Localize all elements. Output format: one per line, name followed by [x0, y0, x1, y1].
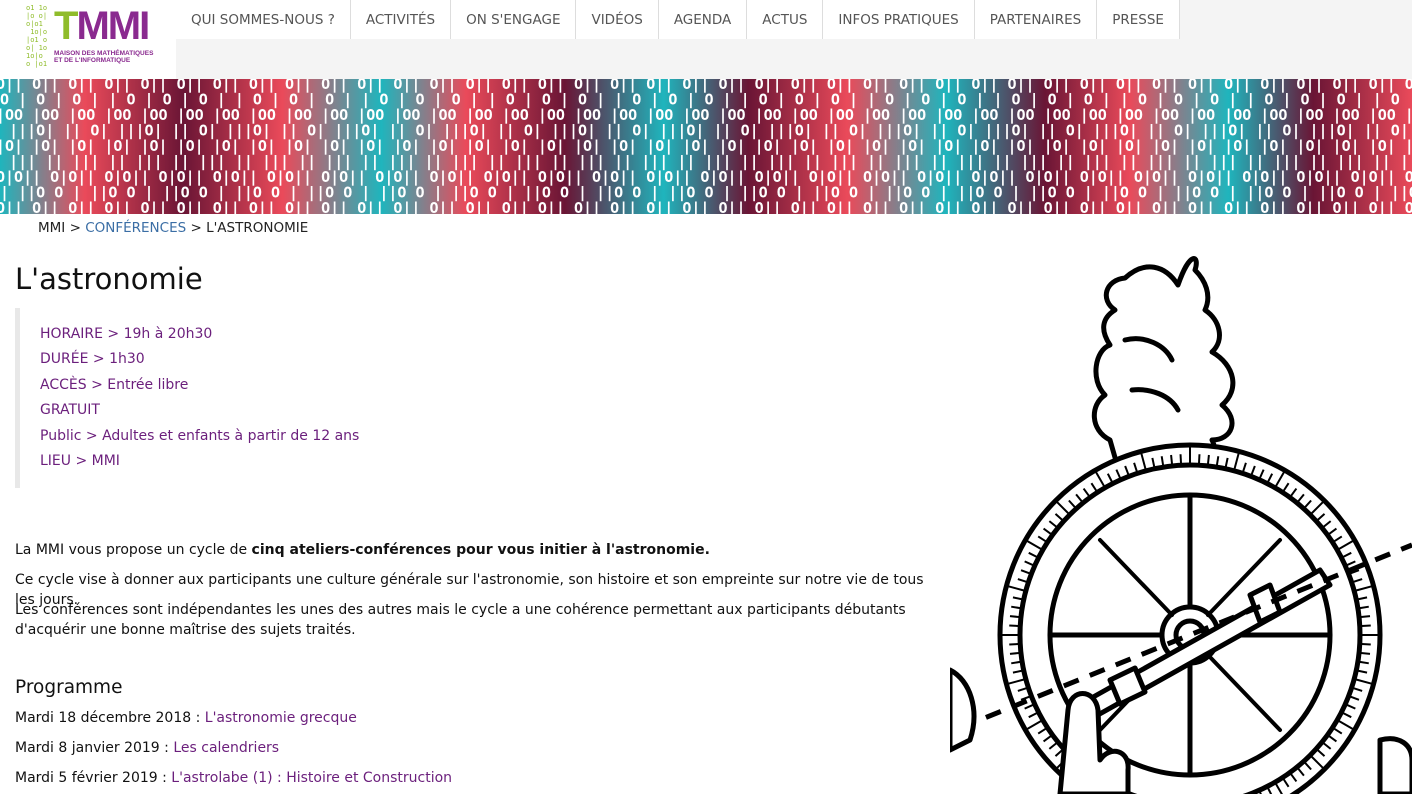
info-gratuit: GRATUIT: [40, 402, 100, 419]
site-header: o1 1o |o o| o|o1 1o|o |o1 o o| 1o 1o|o o |o1 …: [0, 0, 1412, 79]
breadcrumb-section-link[interactable]: CONFÉRENCES: [85, 220, 186, 236]
rim-tick: [1011, 605, 1021, 610]
intro-text: La MMI vous propose un cycle de: [15, 542, 252, 558]
logo-mark: TMMI: [54, 4, 150, 48]
programme-date: Mardi 5 février 2019 :: [15, 770, 172, 786]
programme-date: Mardi 8 janvier 2019 :: [15, 740, 174, 756]
nav-item-videos[interactable]: VIDÉOS: [576, 0, 659, 39]
nav-item-actus[interactable]: ACTUS: [747, 0, 824, 39]
nav-item-activites[interactable]: ACTIVITÉS: [350, 0, 452, 39]
rim-tick: [1170, 454, 1174, 465]
rim-tick: [1160, 456, 1165, 466]
rim-tick: [1359, 660, 1369, 665]
nav-filler: [1179, 0, 1412, 39]
programme-item: Mardi 5 février 2019 : L'astrolabe (1) :…: [15, 770, 452, 786]
intro-paragraph: La MMI vous propose un cycle de cinq ate…: [15, 540, 945, 560]
info-lieu: LIEU > MMI: [40, 452, 120, 469]
event-info-box: HORAIRE > 19h à 20h30 DURÉE > 1h30 ACCÈS…: [15, 308, 465, 488]
nav-item-infos-pratiques[interactable]: INFOS PRATIQUES: [823, 0, 975, 39]
astrolabe-icon: [947, 256, 1412, 794]
nav-item-partenaires[interactable]: PARTENAIRES: [974, 0, 1098, 39]
rim-tick: [1206, 454, 1210, 465]
programme-item: Mardi 18 décembre 2018 : L'astronomie gr…: [15, 710, 357, 726]
main-nav: QUI SOMMES-NOUS ? ACTIVITÉS ON S'ENGAGE …: [176, 0, 1412, 39]
breadcrumb-home[interactable]: MMI: [38, 220, 65, 236]
nav-item-agenda[interactable]: AGENDA: [658, 0, 748, 39]
breadcrumb: MMI > CONFÉRENCES > L'ASTRONOMIE: [38, 220, 308, 236]
programme-item: Mardi 8 janvier 2019 : Les calendriers: [15, 740, 279, 756]
rim-tick: [1359, 605, 1369, 610]
programme-date: Mardi 18 décembre 2018 :: [15, 710, 205, 726]
programme-link[interactable]: L'astronomie grecque: [205, 710, 357, 726]
nav-item-on-s-engage[interactable]: ON S'ENGAGE: [451, 0, 577, 39]
paragraph-3: Les conférences sont indépendantes les u…: [15, 602, 906, 638]
info-duree: DURÉE > 1h30: [40, 351, 145, 368]
mmi-logo[interactable]: o1 1o |o o| o|o1 1o|o |o1 o o| 1o 1o|o o |o1 …: [26, 4, 166, 70]
rim-tick: [1009, 615, 1020, 619]
logo-binary-icon: o1 1o |o o| o|o1 1o|o |o1 o o| 1o 1o|o o |o1: [26, 4, 48, 68]
nav-item-presse[interactable]: PRESSE: [1097, 0, 1180, 39]
page-title: L'astronomie: [15, 262, 203, 296]
programme-link[interactable]: L'astrolabe (1) : Histoire et Constructi…: [171, 770, 452, 786]
nav-item-qui-sommes-nous[interactable]: QUI SOMMES-NOUS ?: [176, 0, 351, 39]
rim-tick: [1009, 651, 1020, 655]
nav-band: [176, 39, 1412, 79]
binary-banner: O|| O|| O|| O|| O|| O|| O|| O|| O|| O|| …: [0, 79, 1412, 214]
breadcrumb-separator: >: [190, 220, 202, 236]
info-acces: ACCÈS > Entrée libre: [40, 376, 189, 393]
logo-subtitle: MAISON DES MATHÉMATIQUES ET DE L'INFORMA…: [54, 50, 154, 64]
breadcrumb-separator: >: [69, 220, 81, 236]
astrolabe-hand-illustration: [947, 240, 1412, 794]
intro-bold-text: cinq ateliers-conférences pour vous init…: [251, 542, 710, 558]
programme-heading: Programme: [15, 677, 123, 698]
rim-tick: [1011, 660, 1021, 665]
rim-tick: [1215, 456, 1220, 466]
breadcrumb-current: L'ASTRONOMIE: [206, 220, 309, 236]
banner-binary-row: O|| O|| O|| O|| O|| O|| O|| O|| O|| O|| …: [0, 199, 1412, 214]
info-public: Public > Adultes et enfants à partir de …: [40, 427, 360, 444]
rim-tick: [1360, 615, 1371, 619]
info-horaire: HORAIRE > 19h à 20h30: [40, 326, 213, 342]
rim-tick: [1360, 651, 1371, 655]
banner-graphic: O|| O|| O|| O|| O|| O|| O|| O|| O|| O|| …: [0, 79, 1412, 214]
programme-link[interactable]: Les calendriers: [173, 740, 279, 756]
